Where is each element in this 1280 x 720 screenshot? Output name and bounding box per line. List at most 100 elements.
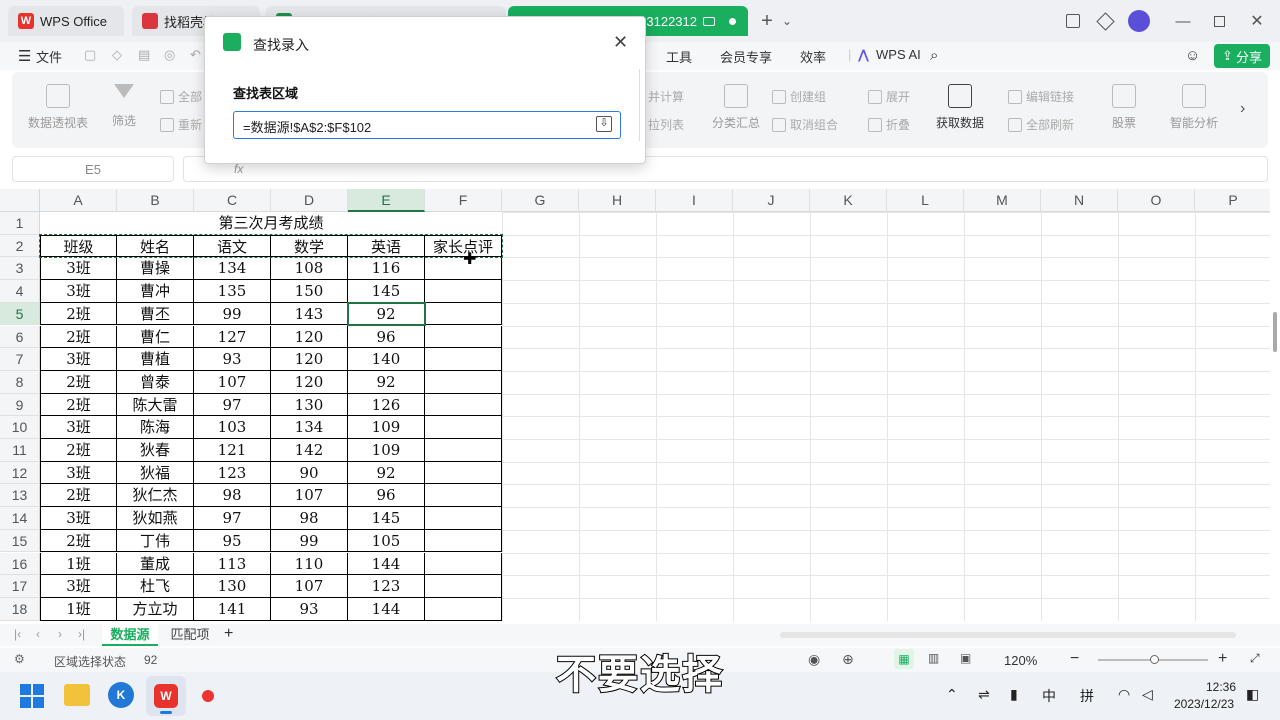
data-cell[interactable]: 98: [271, 507, 348, 530]
column-header-l[interactable]: L: [887, 189, 964, 212]
row-header-18[interactable]: 18: [0, 597, 40, 621]
data-cell[interactable]: [425, 370, 502, 394]
vertical-scrollbar[interactable]: [1270, 212, 1280, 622]
close-window-icon[interactable]: ✕: [1246, 10, 1268, 32]
data-cell[interactable]: 3班: [40, 507, 117, 530]
column-header-h[interactable]: H: [579, 189, 656, 212]
column-header-a[interactable]: A: [40, 189, 117, 212]
data-cell[interactable]: [425, 439, 502, 462]
row-header-5[interactable]: 5: [0, 302, 40, 326]
data-cell[interactable]: 144: [348, 597, 425, 621]
data-cell[interactable]: 3班: [40, 257, 117, 281]
header-cell[interactable]: 班级: [40, 234, 117, 258]
data-cell[interactable]: 109: [348, 416, 425, 439]
data-cell[interactable]: 141: [194, 597, 271, 621]
data-cell[interactable]: 93: [194, 348, 271, 371]
first-sheet-icon[interactable]: |‹: [14, 627, 21, 641]
data-cell[interactable]: 121: [194, 439, 271, 462]
data-cell[interactable]: [425, 325, 502, 349]
pivot-table-button[interactable]: 数据透视表: [28, 84, 88, 131]
row-header-4[interactable]: 4: [0, 280, 40, 303]
column-header-b[interactable]: B: [117, 189, 194, 212]
row-header-13[interactable]: 13: [0, 484, 40, 508]
spreadsheet-grid[interactable]: ABCDEFGHIJKLMNOP 1 2 3 4 5 6 7 8 9 10 11 12 13 14 15 16…: [0, 189, 1270, 621]
data-cell[interactable]: 2班: [40, 302, 117, 326]
column-header-o[interactable]: O: [1118, 189, 1195, 212]
chat-icon[interactable]: ☺: [1185, 47, 1200, 64]
header-cell[interactable]: 英语: [348, 234, 425, 258]
data-cell[interactable]: 董成: [117, 552, 194, 576]
horizontal-scrollbar[interactable]: [780, 632, 1236, 638]
data-cell[interactable]: 2班: [40, 370, 117, 394]
create-group-button[interactable]: 创建组: [772, 88, 826, 105]
data-cell[interactable]: 杜飞: [117, 575, 194, 598]
data-cell[interactable]: [425, 575, 502, 598]
smart-analysis-button[interactable]: 智能分析: [1170, 84, 1218, 131]
data-cell[interactable]: [425, 484, 502, 508]
undo-icon[interactable]: ↶: [190, 47, 201, 63]
data-cell[interactable]: 97: [194, 393, 271, 417]
data-cell[interactable]: [425, 302, 502, 326]
reapply-button[interactable]: 重新: [160, 116, 202, 133]
data-cell[interactable]: 120: [271, 325, 348, 349]
column-header-p[interactable]: P: [1195, 189, 1270, 212]
data-cell[interactable]: 98: [194, 484, 271, 508]
data-cell[interactable]: 92: [348, 370, 425, 394]
data-cell[interactable]: 曹冲: [117, 280, 194, 303]
dialog-scrollbar[interactable]: [639, 69, 645, 141]
data-cell[interactable]: 99: [271, 529, 348, 553]
data-cell[interactable]: 130: [271, 393, 348, 417]
data-cell[interactable]: 120: [271, 370, 348, 394]
data-cell[interactable]: 丁伟: [117, 529, 194, 553]
range-input[interactable]: =数据源!$A$2:$F$102 ⇩: [233, 111, 621, 139]
data-cell[interactable]: 曹植: [117, 348, 194, 371]
column-header-c[interactable]: C: [194, 189, 271, 212]
refresh-all-button[interactable]: 全部刷新: [1008, 116, 1074, 133]
header-cell[interactable]: 姓名: [117, 234, 194, 258]
hamburger-icon[interactable]: ☰: [18, 47, 31, 65]
row-header-10[interactable]: 10: [0, 416, 40, 439]
menu-file[interactable]: 文件: [36, 47, 62, 66]
avatar[interactable]: [1128, 10, 1150, 32]
row-header-7[interactable]: 7: [0, 348, 40, 371]
data-cell[interactable]: 145: [348, 280, 425, 303]
merge-calc-button[interactable]: 并计算: [648, 88, 684, 105]
row-header-17[interactable]: 17: [0, 575, 40, 598]
data-cell[interactable]: 113: [194, 552, 271, 576]
data-cell[interactable]: 狄福: [117, 461, 194, 485]
data-cell[interactable]: [425, 393, 502, 417]
data-cell[interactable]: [425, 461, 502, 485]
column-header-j[interactable]: J: [733, 189, 810, 212]
subtotal-button[interactable]: 分类汇总: [712, 84, 760, 131]
data-cell[interactable]: 2班: [40, 529, 117, 553]
data-cell[interactable]: 105: [348, 529, 425, 553]
data-cell[interactable]: 曹操: [117, 257, 194, 281]
menu-member[interactable]: 会员专享: [720, 47, 772, 66]
data-cell[interactable]: 107: [271, 575, 348, 598]
data-cell[interactable]: 狄春: [117, 439, 194, 462]
collapse-dialog-icon[interactable]: ⇩: [596, 116, 612, 132]
data-cell[interactable]: 134: [194, 257, 271, 281]
next-sheet-icon[interactable]: ›: [58, 627, 62, 641]
data-cell[interactable]: 3班: [40, 461, 117, 485]
data-cell[interactable]: 曹仁: [117, 325, 194, 349]
menu-wps-ai[interactable]: WPS AI: [876, 47, 921, 62]
data-cell[interactable]: 3班: [40, 416, 117, 439]
data-cell[interactable]: 109: [348, 439, 425, 462]
data-cell[interactable]: 3班: [40, 575, 117, 598]
data-cell[interactable]: 130: [194, 575, 271, 598]
data-cell[interactable]: 140: [348, 348, 425, 371]
get-data-button[interactable]: 获取数据: [936, 84, 984, 131]
data-cell[interactable]: 95: [194, 529, 271, 553]
row-header-16[interactable]: 16: [0, 552, 40, 576]
data-cell[interactable]: 150: [271, 280, 348, 303]
restore-icon[interactable]: [1208, 10, 1230, 32]
data-cell[interactable]: 92: [348, 461, 425, 485]
data-cell[interactable]: [425, 552, 502, 576]
data-cell[interactable]: 陈海: [117, 416, 194, 439]
search-icon[interactable]: ⌕: [930, 47, 938, 64]
data-cell[interactable]: 143: [271, 302, 348, 326]
row-header-12[interactable]: 12: [0, 461, 40, 485]
column-header-k[interactable]: K: [810, 189, 887, 212]
data-cell[interactable]: 135: [194, 280, 271, 303]
